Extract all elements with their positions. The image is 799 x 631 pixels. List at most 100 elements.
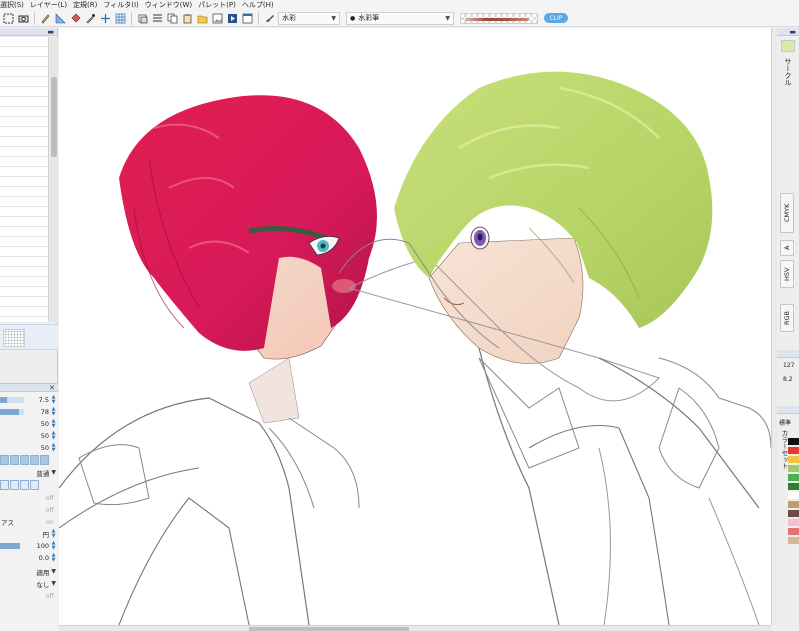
palette-swatch[interactable] <box>788 438 799 445</box>
menu-select[interactable]: 選択(S) <box>0 0 27 10</box>
offset-row[interactable]: 0.0 ▲ ▼ <box>0 552 58 563</box>
option-row-off-3[interactable]: off <box>0 590 58 601</box>
menu-filter[interactable]: フィルタ(I) <box>100 0 141 10</box>
brush-density-row[interactable]: 78 ▲ ▼ <box>0 406 58 417</box>
brush-name-dropdown[interactable]: 水彩 ▼ <box>278 11 340 25</box>
palette-swatch[interactable] <box>788 474 799 481</box>
grid-icon[interactable] <box>114 12 127 25</box>
panel-close-icon[interactable]: ✕ <box>49 384 55 392</box>
texture-row[interactable]: なし ▼ <box>0 578 58 589</box>
chevron-down-icon[interactable]: ▼ <box>51 568 56 575</box>
shape-row[interactable]: 円 ▲ ▼ <box>0 528 58 539</box>
spin-icon[interactable]: ▲ ▼ <box>51 540 56 551</box>
blend-tiles[interactable] <box>0 455 58 465</box>
camera-icon[interactable] <box>17 12 30 25</box>
spin-icon[interactable]: ▲ ▼ <box>51 418 56 429</box>
layer-list[interactable] <box>0 37 49 322</box>
menu-help[interactable]: ヘルプ(H) <box>239 0 277 10</box>
paper-tiles[interactable] <box>0 480 58 490</box>
transform-icon[interactable] <box>99 12 112 25</box>
tab-rgb[interactable]: RGB <box>780 304 794 332</box>
brush-density-fill <box>0 409 19 415</box>
opacity-slider[interactable] <box>0 543 20 549</box>
select-rect-icon[interactable] <box>2 12 15 25</box>
brush-type-dropdown[interactable]: ● 水彩筆 ▼ <box>346 11 454 25</box>
paint-app-window: 選択(S) レイヤー(L) 定規(R) フィルタ(I) ウィンドウ(W) パレッ… <box>0 0 799 631</box>
spin-icon[interactable]: ▲ ▼ <box>51 430 56 441</box>
layer-panel-header: ▬ <box>0 28 57 36</box>
selected-layer[interactable] <box>0 324 58 350</box>
palette-swatch[interactable] <box>788 456 799 463</box>
palette-swatch[interactable] <box>788 483 799 490</box>
color-circle-tab[interactable]: サークル <box>783 58 793 86</box>
param-value-3: 50 <box>40 419 49 428</box>
chevron-down-icon: ▼ <box>331 14 336 22</box>
palette-swatch[interactable] <box>788 537 799 544</box>
palette-swatch[interactable] <box>788 501 799 508</box>
chevron-down-icon[interactable]: ▼ <box>51 580 56 587</box>
tab-cmyk[interactable]: CMYK <box>780 193 794 233</box>
spin-icon[interactable]: ▲ ▼ <box>51 552 56 563</box>
opacity-row[interactable]: 100 ▲ ▼ <box>0 540 58 551</box>
spin-icon[interactable]: ▲ ▼ <box>51 406 56 417</box>
antialias-state: on <box>45 517 54 526</box>
param-row-5[interactable]: 50 ▲ ▼ <box>0 442 58 453</box>
menu-window[interactable]: ウィンドウ(W) <box>142 0 195 10</box>
tab-hsv[interactable]: HSV <box>780 260 794 288</box>
brush-settings-panel: ✕ 7.5 ▲ ▼ 78 ▲ ▼ 50 ▲ ▼ 50 ▲ ▼ 50 ▲ ▼ 普通… <box>0 383 58 631</box>
option-row-off-1[interactable]: off <box>0 492 58 503</box>
brush-name-label: 水彩 <box>282 14 296 22</box>
canvas-horizontal-scrollbar[interactable] <box>59 625 771 631</box>
palette-name: 標準 <box>779 420 792 427</box>
sync-toggle[interactable]: CLIP <box>544 13 568 23</box>
paste-icon[interactable] <box>181 12 194 25</box>
layer-list-scrollbar[interactable] <box>50 37 58 322</box>
offset-value: 0.0 <box>38 553 49 562</box>
tab-a[interactable]: A <box>780 240 794 256</box>
fill-icon[interactable] <box>69 12 82 25</box>
option-row-off-2[interactable]: off <box>0 504 58 515</box>
blend-mode-row[interactable]: 普通 ▼ <box>0 467 58 478</box>
layer-icon[interactable] <box>136 12 149 25</box>
folder-icon[interactable] <box>196 12 209 25</box>
palette-swatch[interactable] <box>788 528 799 535</box>
pen-icon[interactable] <box>39 12 52 25</box>
spin-icon[interactable]: ▲ ▼ <box>51 528 56 539</box>
layer-list-icon[interactable] <box>151 12 164 25</box>
current-color-swatch[interactable] <box>781 40 795 52</box>
param-row-4[interactable]: 50 ▲ ▼ <box>0 430 58 441</box>
param-row-3[interactable]: 50 ▲ ▼ <box>0 418 58 429</box>
panel-close-icon[interactable]: ▬ <box>789 28 796 36</box>
palette-swatch[interactable] <box>788 492 799 499</box>
apply-mode-row[interactable]: 適用 ▼ <box>0 566 58 577</box>
menu-layer[interactable]: レイヤー(L) <box>27 0 70 10</box>
chevron-down-icon[interactable]: ▼ <box>51 469 56 476</box>
brush-size-slider[interactable] <box>0 397 24 403</box>
menu-ruler[interactable]: 定規(R) <box>70 0 100 10</box>
panel-minimize-icon[interactable]: ▬ <box>47 28 54 36</box>
palette-swatch[interactable] <box>788 465 799 472</box>
palette-swatch[interactable] <box>788 519 799 526</box>
antialias-row[interactable]: アス on <box>0 516 58 527</box>
left-panel: ▬ ✕ 7.5 ▲ ▼ 78 ▲ ▼ 50 ▲ ▼ 50 ▲ ▼ 50 ▲ ▼ … <box>0 28 58 631</box>
ruler-icon[interactable] <box>54 12 67 25</box>
window-icon[interactable] <box>241 12 254 25</box>
brush-size-row[interactable]: 7.5 ▲ ▼ <box>0 394 58 405</box>
copy-icon[interactable] <box>166 12 179 25</box>
play-icon[interactable] <box>226 12 239 25</box>
brush-icon[interactable] <box>263 12 276 25</box>
toolbar-separator <box>258 11 259 25</box>
menu-palette[interactable]: パレット(P) <box>195 0 239 10</box>
drawing-canvas[interactable] <box>59 28 771 625</box>
brush-size-value: 7.5 <box>38 395 49 404</box>
eyedropper-icon[interactable] <box>84 12 97 25</box>
color-panel-header: ▬ <box>777 28 799 36</box>
spin-icon[interactable]: ▲ ▼ <box>51 442 56 453</box>
brush-density-value: 78 <box>40 407 49 416</box>
image-icon[interactable] <box>211 12 224 25</box>
palette-swatch[interactable] <box>788 447 799 454</box>
spin-icon[interactable]: ▲ ▼ <box>51 394 56 405</box>
brush-density-slider[interactable] <box>0 409 24 415</box>
palette-swatch[interactable] <box>788 510 799 517</box>
texture-value: なし <box>36 580 50 589</box>
